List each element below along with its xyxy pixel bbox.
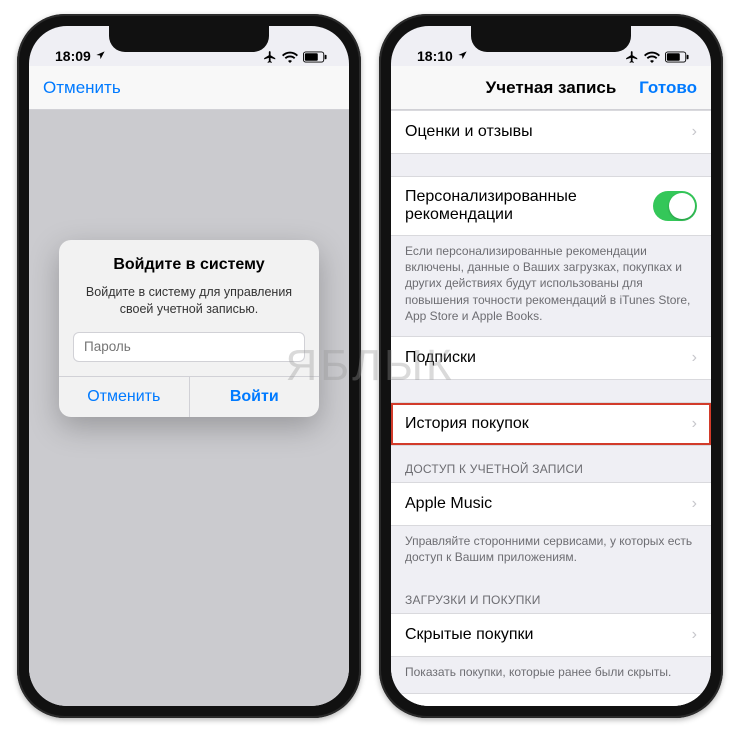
- remove-device-button[interactable]: Удалить это устройство: [391, 693, 711, 707]
- personalized-row[interactable]: Персонализированные рекомендации: [391, 176, 711, 236]
- notch: [109, 26, 269, 52]
- chevron-right-icon: ›: [692, 123, 697, 141]
- purchase-history-row[interactable]: История покупок ›: [391, 402, 711, 446]
- subscriptions-label: Подписки: [405, 349, 476, 367]
- done-button[interactable]: Готово: [639, 78, 697, 98]
- hidden-footer: Показать покупки, которые ранее были скр…: [391, 657, 711, 692]
- cancel-button[interactable]: Отменить: [43, 78, 121, 98]
- navbar-right: Учетная запись Готово: [391, 66, 711, 110]
- access-header: ДОСТУП К УЧЕТНОЙ ЗАПИСИ: [391, 446, 711, 482]
- reviews-label: Оценки и отзывы: [405, 123, 533, 141]
- airplane-icon: [625, 50, 639, 64]
- battery-icon: [665, 51, 689, 63]
- phone-frame-left: 18:09 Отменить: [17, 14, 361, 718]
- personalized-toggle[interactable]: [653, 191, 697, 221]
- modal-dimmer: Войдите в систему Войдите в систему для …: [29, 110, 349, 706]
- apple-music-footer: Управляйте сторонними сервисами, у котор…: [391, 526, 711, 577]
- downloads-header: ЗАГРУЗКИ И ПОКУПКИ: [391, 577, 711, 613]
- wifi-icon: [644, 51, 660, 63]
- navbar-left: Отменить: [29, 66, 349, 110]
- notch: [471, 26, 631, 52]
- airplane-icon: [263, 50, 277, 64]
- reviews-row[interactable]: Оценки и отзывы ›: [391, 110, 711, 154]
- alert-login-button[interactable]: Войти: [190, 377, 320, 417]
- apple-music-label: Apple Music: [405, 495, 492, 513]
- apple-music-row[interactable]: Apple Music ›: [391, 482, 711, 526]
- chevron-right-icon: ›: [692, 415, 697, 433]
- subscriptions-row[interactable]: Подписки ›: [391, 336, 711, 380]
- status-time: 18:09: [55, 48, 91, 64]
- chevron-right-icon: ›: [692, 349, 697, 367]
- chevron-right-icon: ›: [692, 495, 697, 513]
- wifi-icon: [282, 51, 298, 63]
- location-icon: [95, 48, 106, 64]
- phone-frame-right: 18:10 Учетная запись Готово: [379, 14, 723, 718]
- remove-device-label: Удалить это устройство: [463, 706, 639, 707]
- alert-title: Войдите в систему: [59, 240, 319, 284]
- alert-cancel-button[interactable]: Отменить: [59, 377, 190, 417]
- login-alert: Войдите в систему Войдите в систему для …: [59, 240, 319, 417]
- status-time: 18:10: [417, 48, 453, 64]
- purchase-history-label: История покупок: [405, 415, 529, 433]
- page-title: Учетная запись: [486, 78, 617, 98]
- personalized-label: Персонализированные рекомендации: [405, 188, 653, 224]
- personalized-footer: Если персонализированные рекомендации вк…: [391, 236, 711, 336]
- hidden-purchases-row[interactable]: Скрытые покупки ›: [391, 613, 711, 657]
- hidden-label: Скрытые покупки: [405, 626, 533, 644]
- phone-screen-right: 18:10 Учетная запись Готово: [391, 26, 711, 706]
- location-icon: [457, 48, 468, 64]
- password-field[interactable]: [73, 332, 305, 362]
- phone-screen-left: 18:09 Отменить: [29, 26, 349, 706]
- chevron-right-icon: ›: [692, 626, 697, 644]
- alert-message: Войдите в систему для управления своей у…: [59, 284, 319, 332]
- battery-icon: [303, 51, 327, 63]
